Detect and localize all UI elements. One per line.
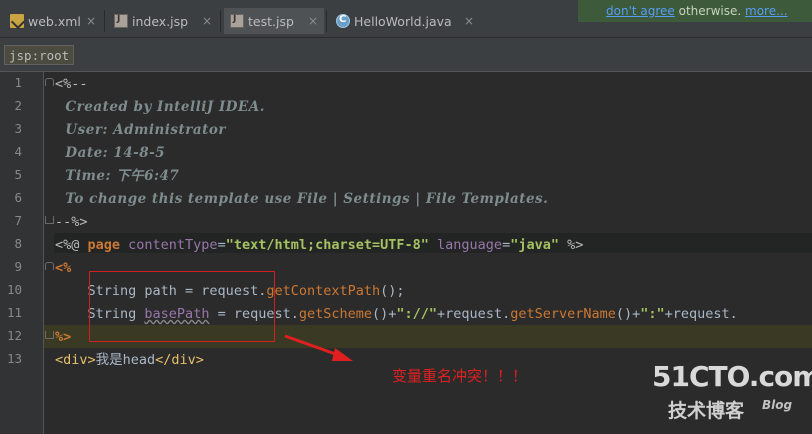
code-line-12: %> <box>55 329 72 345</box>
java-class-icon <box>336 14 350 28</box>
tab-label: index.jsp <box>132 13 189 29</box>
conflict-annotation: 变量重名冲突！！！ <box>392 367 528 385</box>
watermark-site: 51CTO.com <box>652 360 812 393</box>
tab-web-xml[interactable]: web.xml × <box>4 8 102 34</box>
line-number: 3 <box>14 121 22 136</box>
xml-file-icon <box>10 14 24 28</box>
close-icon[interactable]: × <box>86 14 96 28</box>
code-line-13: <div>我是head</div> <box>55 352 204 368</box>
tab-label: web.xml <box>28 13 81 29</box>
close-icon[interactable]: × <box>464 14 474 28</box>
tab-helloworld-java[interactable]: HelloWorld.java × <box>330 8 480 34</box>
notification-banner: don't agree otherwise. more... <box>578 0 812 22</box>
line-number: 7 <box>14 213 22 228</box>
code-line-7: --%> <box>55 214 88 230</box>
tab-label: test.jsp <box>248 13 294 29</box>
line-number: 5 <box>14 167 22 182</box>
code-line-3: User: Administrator <box>55 122 226 138</box>
watermark-logo: 51CTO.com 技术博客 Blog <box>652 360 812 430</box>
tab-index-jsp[interactable]: index.jsp × <box>108 8 218 34</box>
line-number: 12 <box>6 328 22 343</box>
jsp-file-icon <box>230 14 244 28</box>
code-line-9: <% <box>55 260 72 276</box>
code-line-4: Date: 14-8-5 <box>55 145 166 161</box>
line-number: 6 <box>14 190 22 205</box>
fold-toggle-icon[interactable] <box>45 216 54 224</box>
line-number: 1 <box>14 75 22 90</box>
code-line-8: <%@ page contentType="text/html;charset=… <box>55 237 584 253</box>
line-number: 11 <box>6 305 22 320</box>
watermark-tagline: 技术博客 <box>668 400 745 422</box>
line-number: 13 <box>6 351 22 366</box>
code-line-6: To change this template use File | Setti… <box>55 191 549 207</box>
breadcrumb-bar: jsp:root <box>0 38 812 72</box>
breadcrumb-item[interactable]: jsp:root <box>4 45 75 65</box>
highlight-box <box>89 271 275 342</box>
more-link[interactable]: more... <box>745 4 788 18</box>
close-icon[interactable]: × <box>308 14 318 28</box>
notification-text: otherwise. <box>674 4 745 18</box>
jsp-file-icon <box>114 14 128 28</box>
code-editor[interactable]: 1 2 3 4 5 6 7 8 9 10 11 12 13 <%-- Creat… <box>0 72 812 434</box>
code-line-5: Time: 下午6:47 <box>55 168 180 184</box>
tab-label: HelloWorld.java <box>354 13 452 29</box>
line-number: 4 <box>14 144 22 159</box>
fold-toggle-icon[interactable] <box>45 331 54 339</box>
watermark-blog: Blog <box>762 398 793 412</box>
line-number: 2 <box>14 98 22 113</box>
fold-toggle-icon[interactable] <box>45 262 54 270</box>
dont-agree-link[interactable]: don't agree <box>606 4 675 18</box>
line-number: 8 <box>14 236 22 251</box>
close-icon[interactable]: × <box>202 14 212 28</box>
arrow-icon <box>284 334 353 361</box>
fold-toggle-icon[interactable] <box>45 78 54 86</box>
line-number: 10 <box>6 282 22 297</box>
line-number: 9 <box>14 259 22 274</box>
tab-test-jsp[interactable]: test.jsp × <box>224 8 324 34</box>
code-line-2: Created by IntelliJ IDEA. <box>55 99 265 115</box>
code-line-1: <%-- <box>55 76 88 92</box>
